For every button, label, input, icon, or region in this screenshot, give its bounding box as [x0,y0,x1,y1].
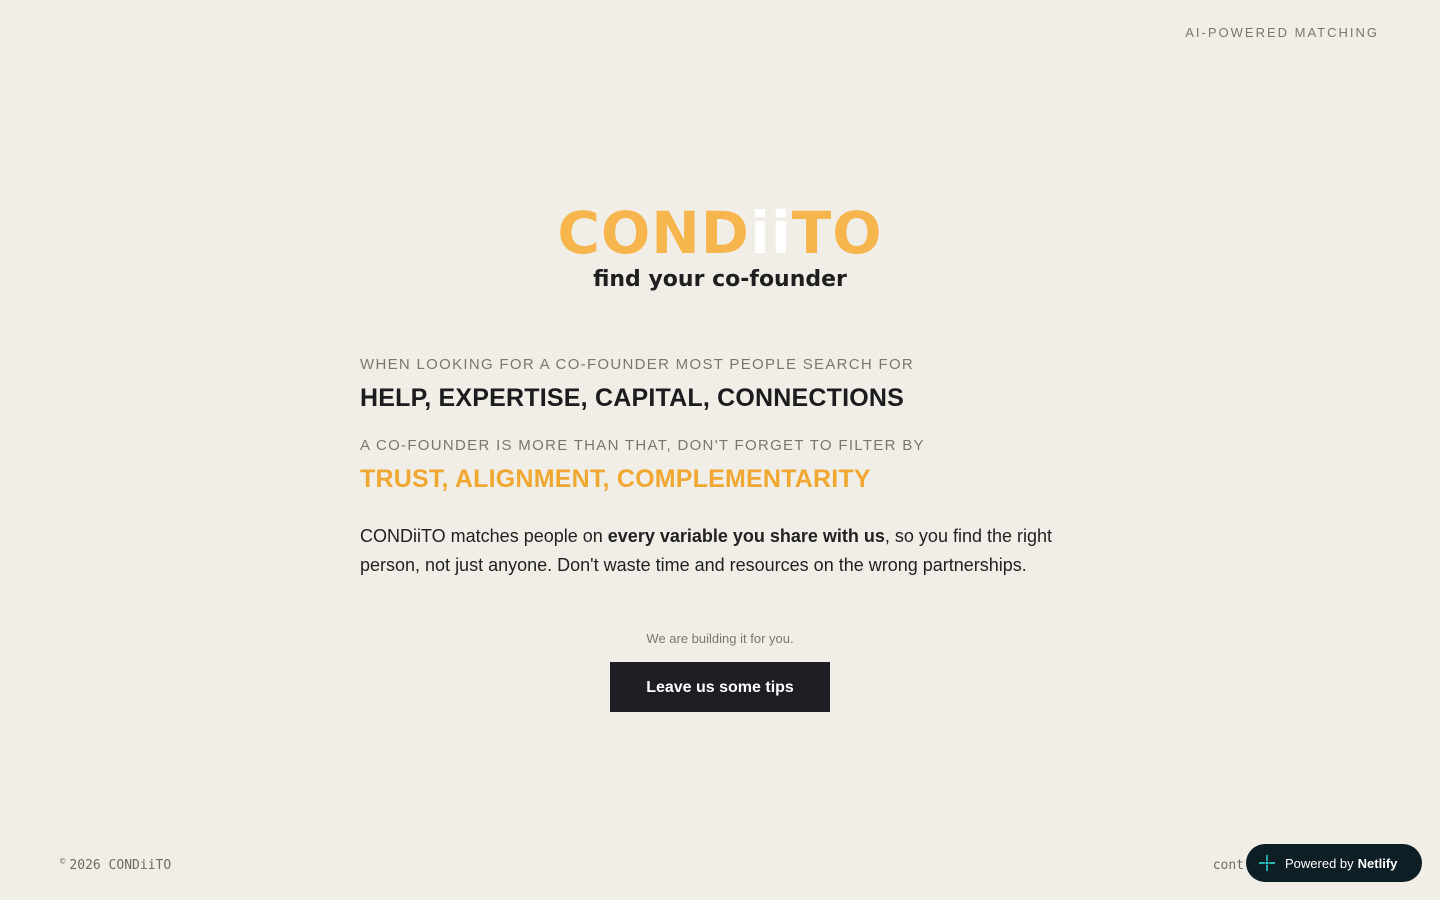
cta-note: We are building it for you. [646,631,794,646]
leave-tips-button[interactable]: Leave us some tips [610,662,830,712]
intro-body: CONDiiTO matches people on every variabl… [360,522,1080,580]
body-emphasis: every variable you share with us [607,526,885,546]
kicker-filter-by: A CO-FOUNDER IS MORE THAN THAT, DON'T FO… [360,437,925,454]
copyright-text: 2026 CONDiiTO [69,858,172,873]
netlify-spark-icon [1258,854,1276,872]
copyright-symbol: © [60,857,66,867]
footer-contact-link[interactable]: cont [1213,858,1244,873]
brand-tagline: find your co-founder [593,267,847,292]
condiito-logo: CONDiiTO [557,200,882,266]
headline-filter-by: TRUST, ALIGNMENT, COMPLEMENTARITY [360,465,871,493]
landing-page: AI-POWERED MATCHING CONDiiTO find your c… [0,0,1440,900]
logo-end: TO [791,199,883,267]
badge-brand: Netlify [1357,855,1398,871]
badge-prefix: Powered by [1285,855,1354,871]
logo-start: COND [557,199,750,267]
body-part-1: CONDiiTO matches people on [360,526,608,546]
logo-ii: ii [749,199,792,267]
footer-copyright: © 2026 CONDiiTO [60,857,171,873]
intro-section: WHEN LOOKING FOR A CO-FOUNDER MOST PEOPL… [360,356,1080,580]
kicker-search-for: WHEN LOOKING FOR A CO-FOUNDER MOST PEOPL… [360,356,915,373]
cta-section: We are building it for you. Leave us som… [0,631,1440,712]
netlify-badge[interactable]: Powered by Netlify [1246,844,1422,882]
headline-search-for: HELP, EXPERTISE, CAPITAL, CONNECTIONS [360,384,905,412]
header-tag: AI-POWERED MATCHING [1185,25,1379,40]
brand-block: CONDiiTO find your co-founder [0,200,1440,292]
